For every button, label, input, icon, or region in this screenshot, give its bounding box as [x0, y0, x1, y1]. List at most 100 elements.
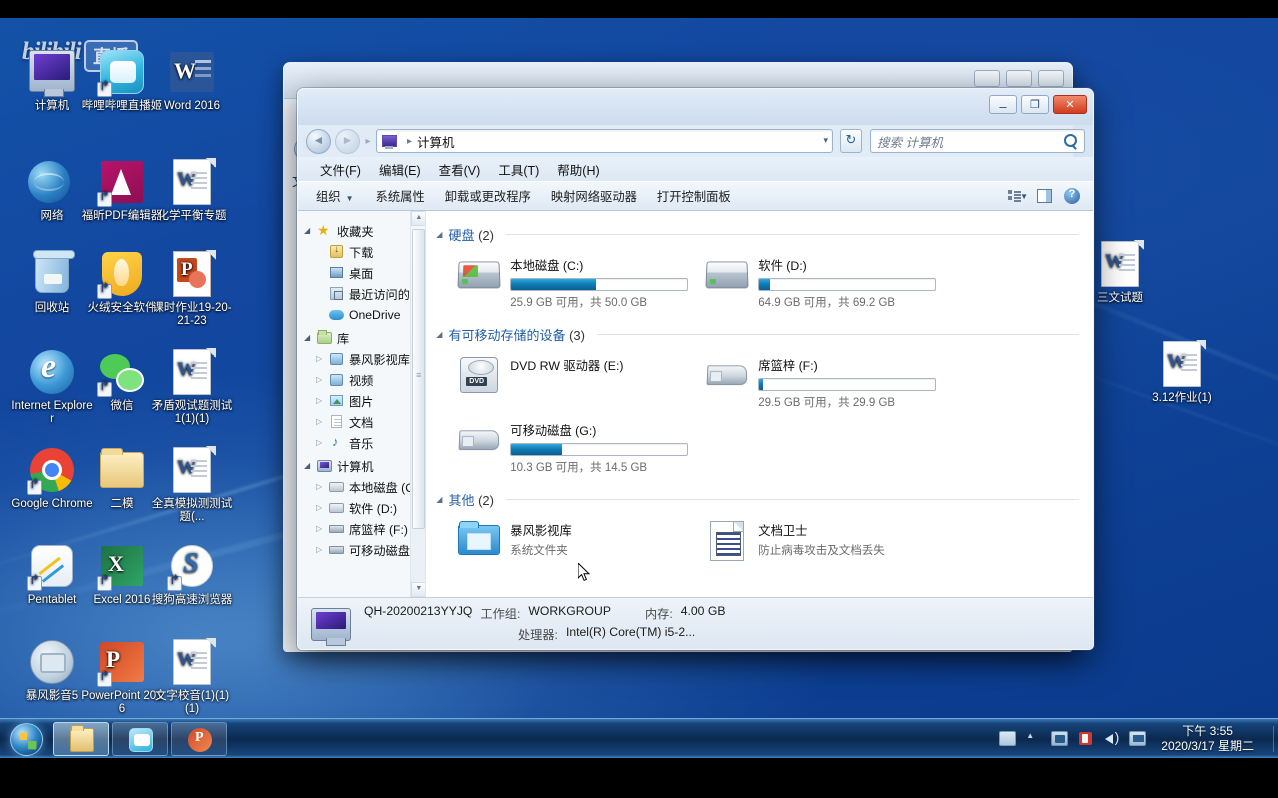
huorong-tray-icon[interactable]	[1077, 731, 1094, 746]
expander-icon[interactable]: ▷	[316, 396, 328, 405]
expander-icon[interactable]: ◢	[304, 333, 316, 342]
address-bar[interactable]: ▸ 计算机 ▾	[376, 129, 833, 153]
toolbar-button-3[interactable]: 映射网络驱动器	[541, 183, 647, 209]
desktop-icon-6[interactable]: 化学平衡专题	[150, 158, 234, 223]
start-button[interactable]	[2, 721, 50, 757]
computer-explorer-window[interactable]: – ❐ ✕ ▸ ▸ 计算机 ▾ 搜索 计算机 文件(F)编辑(E)查看(V)工具…	[297, 88, 1094, 650]
section-header-1[interactable]: ◢ 硬盘 (2)	[426, 221, 1093, 246]
breadcrumb-computer[interactable]: 计算机	[417, 132, 455, 151]
search-input[interactable]: 搜索 计算机	[870, 129, 1085, 153]
drive-item[interactable]: 本地磁盘 (C:) 25.9 GB 可用，共 50.0 GB	[452, 250, 700, 315]
toolbar-button-4[interactable]: 打开控制面板	[647, 183, 741, 209]
menu-item-4[interactable]: 工具(T)	[490, 158, 547, 181]
tree-item-3-4[interactable]: ▷可移动磁盘 (G:)	[298, 539, 425, 560]
help-icon[interactable]	[1059, 185, 1085, 207]
window-controls[interactable]: – ❐ ✕	[989, 95, 1087, 114]
section-header-2[interactable]: ◢ 有可移动存储的设备 (3)	[426, 321, 1093, 346]
background-maximize-button[interactable]	[1006, 70, 1032, 87]
drive-item[interactable]: 席篮梓 (F:) 29.5 GB 可用，共 29.9 GB	[700, 350, 948, 415]
tree-item-1-4[interactable]: OneDrive	[298, 304, 425, 325]
hidden-icons-caret-icon[interactable]	[1025, 731, 1042, 746]
expander-icon[interactable]: ◢	[436, 495, 442, 504]
tree-item-3-2[interactable]: ▷ 软件 (D:)	[298, 497, 425, 518]
desktop-icon-15[interactable]: 全真模拟测测试题(...	[150, 446, 234, 524]
refresh-button[interactable]	[840, 129, 862, 153]
expander-icon[interactable]: ▷	[316, 417, 328, 426]
expander-icon[interactable]: ▷	[316, 482, 328, 491]
search-icon[interactable]	[1063, 133, 1078, 148]
drive-item[interactable]: 暴风影视库 系统文件夹	[452, 515, 700, 565]
background-minimize-button[interactable]	[974, 70, 1000, 87]
clock[interactable]: 下午 3:55 2020/3/17 星期二	[1155, 724, 1264, 754]
scroll-down-icon[interactable]	[411, 582, 426, 597]
desktop-icon-12[interactable]: 矛盾观试题测试1(1)(1)	[150, 348, 234, 426]
tree-item-1-1[interactable]: 下载	[298, 241, 425, 262]
expander-icon[interactable]: ▷	[316, 375, 328, 384]
view-mode-icon[interactable]: ▼	[1003, 185, 1029, 207]
desktop-icon-3[interactable]: Word 2016	[150, 48, 234, 113]
sidebar-scrollbar[interactable]	[410, 211, 426, 597]
scrollbar-thumb[interactable]	[412, 229, 426, 529]
minimize-button[interactable]: –	[989, 95, 1017, 114]
taskbar[interactable]: 下午 3:55 2020/3/17 星期二	[0, 718, 1278, 758]
system-tray[interactable]: 下午 3:55 2020/3/17 星期二	[999, 719, 1278, 759]
desktop-right-icon-2[interactable]: 3.12作业(1)	[1140, 340, 1224, 405]
tree-item-3-1[interactable]: ▷ 本地磁盘 (C:)	[298, 476, 425, 497]
expander-icon[interactable]: ▷	[316, 524, 328, 533]
preview-pane-icon[interactable]	[1031, 185, 1057, 207]
tree-group-header-1[interactable]: ◢ 收藏夹	[298, 220, 425, 241]
drive-item[interactable]: 软件 (D:) 64.9 GB 可用，共 69.2 GB	[700, 250, 948, 315]
taskbar-button-powerpoint[interactable]	[171, 721, 227, 756]
menu-item-3[interactable]: 查看(V)	[431, 158, 489, 181]
section-header-3[interactable]: ◢ 其他 (2)	[426, 486, 1093, 511]
background-close-button[interactable]	[1038, 70, 1064, 87]
toolbar-button-1[interactable]: 系统属性	[366, 183, 435, 209]
tree-item-1-2[interactable]: 桌面	[298, 262, 425, 283]
show-desktop-icon[interactable]	[999, 731, 1017, 746]
back-button[interactable]	[306, 128, 331, 154]
menu-item-5[interactable]: 帮助(H)	[549, 158, 607, 181]
expander-icon[interactable]: ◢	[436, 330, 442, 339]
background-window-controls[interactable]	[974, 70, 1064, 87]
expander-icon[interactable]: ◢	[436, 230, 442, 239]
network-monitor-icon[interactable]	[1129, 731, 1147, 746]
desktop-icon-9[interactable]: 课时作业19-20-21-23	[150, 250, 234, 328]
show-desktop-divider[interactable]	[1273, 725, 1274, 752]
expander-icon[interactable]: ▷	[316, 503, 328, 512]
tree-item-2-5[interactable]: ▷ 音乐	[298, 432, 425, 453]
tree-item-3-3[interactable]: ▷ 席篮梓 (F:)	[298, 518, 425, 539]
tree-item-2-4[interactable]: ▷ 文档	[298, 411, 425, 432]
menu-item-1[interactable]: 文件(F)	[312, 158, 369, 181]
toolbar-button-2[interactable]: 卸载或更改程序	[435, 183, 541, 209]
expander-icon[interactable]: ◢	[304, 461, 316, 470]
desktop-icon-21[interactable]: 文字校音(1)(1)(1)	[150, 638, 234, 716]
drive-item[interactable]: DVD RW 驱动器 (E:)	[452, 350, 700, 415]
tree-item-2-2[interactable]: ▷ 视频	[298, 369, 425, 390]
tree-group-header-2[interactable]: ◢ 库	[298, 327, 425, 348]
tree-item-1-3[interactable]: 最近访问的位置	[298, 283, 425, 304]
expander-icon[interactable]: ▷	[316, 354, 328, 363]
volume-icon[interactable]	[1103, 729, 1120, 746]
taskbar-button-bilibili-live[interactable]	[112, 721, 168, 756]
tree-group-header-3[interactable]: ◢ 计算机	[298, 455, 425, 476]
tree-item-2-3[interactable]: ▷ 图片	[298, 390, 425, 411]
navigation-pane[interactable]: ◢收藏夹下载桌面最近访问的位置OneDrive◢库▷暴风影视库▷视频▷图片▷文档…	[298, 211, 427, 597]
scroll-up-icon[interactable]	[411, 211, 426, 226]
expander-icon[interactable]: ▷	[316, 545, 328, 554]
safe-eject-icon[interactable]	[1051, 731, 1069, 746]
tree-item-2-1[interactable]: ▷ 暴风影视库	[298, 348, 425, 369]
content-pane[interactable]: ◢ 硬盘 (2) 本地磁盘 (C:) 25.9 GB 可用，共 50.0 GB 软件 (…	[426, 211, 1093, 597]
expander-icon[interactable]: ◢	[304, 226, 316, 235]
drive-item[interactable]: 文档卫士 防止病毒攻击及文档丢失	[700, 515, 948, 565]
forward-button[interactable]	[335, 128, 360, 154]
maximize-button[interactable]: ❐	[1021, 95, 1049, 114]
explorer-titlebar[interactable]: – ❐ ✕	[298, 89, 1093, 125]
expander-icon[interactable]: ▷	[316, 438, 328, 447]
taskbar-button-windows-explorer[interactable]	[53, 721, 109, 756]
menu-item-2[interactable]: 编辑(E)	[371, 158, 429, 181]
close-button[interactable]: ✕	[1053, 95, 1087, 114]
organize-button[interactable]: 组织 ▼	[306, 183, 364, 209]
drive-item[interactable]: 可移动磁盘 (G:) 10.3 GB 可用，共 14.5 GB	[452, 415, 700, 480]
desktop-icon-18[interactable]: 搜狗高速浏览器	[150, 542, 234, 607]
chevron-down-icon[interactable]: ▾	[823, 135, 828, 146]
